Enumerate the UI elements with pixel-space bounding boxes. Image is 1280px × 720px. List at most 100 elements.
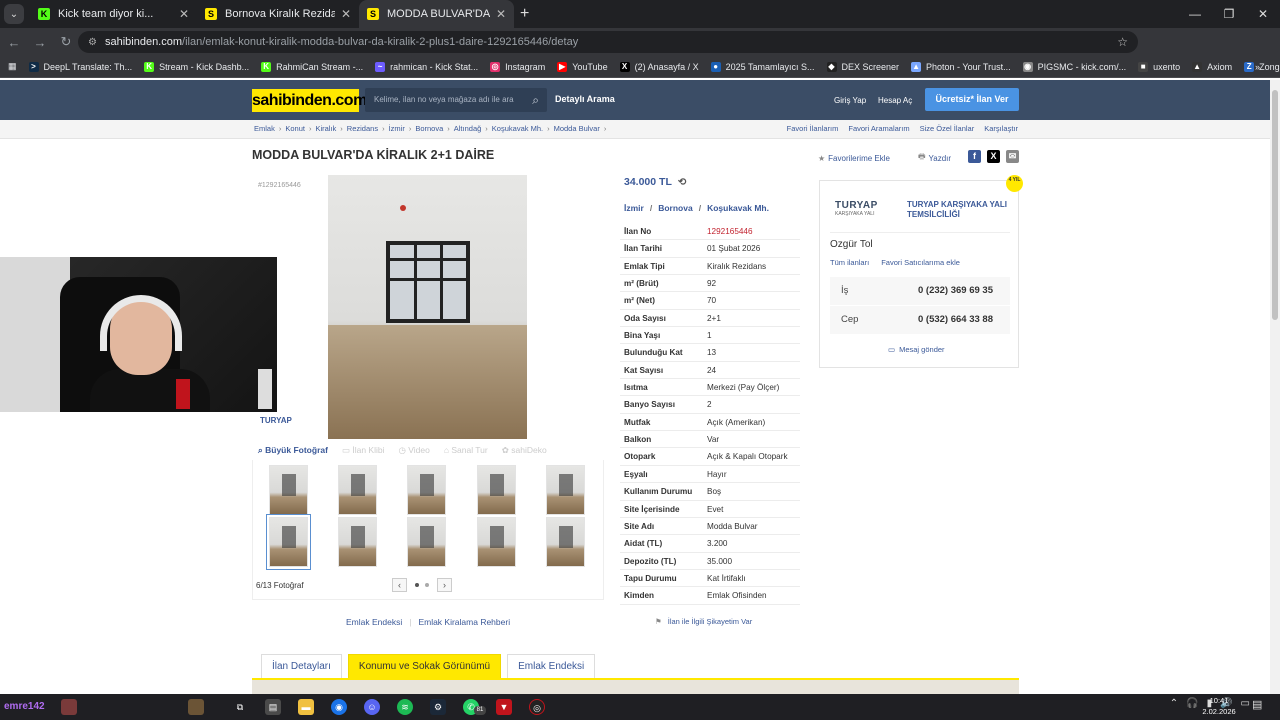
bookmark-item[interactable]: ▲ Axiom	[1192, 61, 1232, 72]
bookmark-item[interactable]: ● 2025 Tamamlayıcı S...	[710, 61, 815, 72]
taskbar-clock[interactable]: 10:41 2.02.2026	[1199, 695, 1239, 717]
photo-thumbnail[interactable]	[477, 465, 516, 515]
site-search-input[interactable]: Kelime, ilan no veya mağaza adı ile ara …	[365, 88, 547, 112]
seller-logo[interactable]: TURYAP KARŞIYAKA YALI	[835, 200, 878, 217]
x-share-icon[interactable]: X	[987, 150, 1000, 163]
taskbar-app-icon[interactable]	[61, 699, 77, 715]
bookmark-item[interactable]: ■ uxento	[1138, 61, 1180, 72]
tab-search-dropdown-icon[interactable]: ⌄	[4, 4, 24, 24]
apps-grid-icon[interactable]: ▦	[8, 61, 17, 72]
chrome-icon[interactable]: ◉	[331, 699, 347, 715]
page-dot[interactable]	[425, 583, 429, 587]
email-share-icon[interactable]: ✉	[1006, 150, 1019, 163]
scrollbar-thumb[interactable]	[1272, 90, 1278, 320]
photo-thumbnail[interactable]	[407, 465, 446, 515]
tab-kick[interactable]: K Kick team diyor ki... ✕	[30, 0, 197, 28]
task-view-icon[interactable]: ⧉	[232, 699, 248, 715]
bookmark-item[interactable]: X (2) Anasayfa / X	[619, 61, 699, 72]
steam-icon[interactable]: ⚙	[430, 699, 446, 715]
bookmark-item[interactable]: K Stream - Kick Dashb...	[144, 61, 249, 72]
bookmark-item[interactable]: ▶ YouTube	[557, 61, 608, 72]
breadcrumb-right-link[interactable]: Favori İlanlarım	[787, 124, 839, 133]
complain-link[interactable]: ⚑ İlan ile İlgili Şikayetim Var	[655, 617, 752, 626]
breadcrumb-right-link[interactable]: Size Özel İlanlar	[920, 124, 975, 133]
all-ads-link[interactable]: Tüm ilanları	[830, 258, 869, 267]
minimize-icon[interactable]: —	[1178, 0, 1212, 28]
login-link[interactable]: Giriş Yap	[834, 96, 866, 105]
photo-thumbnail[interactable]	[269, 465, 308, 515]
discord-icon[interactable]: ☺	[364, 699, 380, 715]
breadcrumb-item[interactable]: Modda Bulvar	[554, 124, 600, 133]
breadcrumb-item[interactable]: Emlak	[254, 124, 275, 133]
prev-page-button[interactable]: ‹	[392, 578, 407, 592]
bookmark-item[interactable]: > DeepL Translate: Th...	[28, 61, 132, 72]
free-ad-button[interactable]: Ücretsiz* İlan Ver	[925, 88, 1019, 111]
breadcrumb-item[interactable]: Konut	[285, 124, 305, 133]
url-input[interactable]: ⚙ sahibinden.com/ilan/emlak-konut-kirali…	[78, 31, 1138, 53]
main-photo[interactable]	[328, 175, 527, 439]
map-preview[interactable]	[252, 680, 1019, 694]
facebook-share-icon[interactable]: f	[968, 150, 981, 163]
file-app-icon[interactable]: ▤	[265, 699, 281, 715]
photo-thumbnail[interactable]	[266, 514, 311, 570]
close-tab-icon[interactable]: ✕	[179, 7, 189, 21]
bookmark-item[interactable]: ◉ PIGSMC - kick.com/...	[1022, 61, 1126, 72]
breadcrumb-item[interactable]: Rezidans	[347, 124, 378, 133]
breadcrumb-item[interactable]: Koşukavak Mh.	[492, 124, 543, 133]
back-icon[interactable]: ←	[2, 35, 26, 50]
detailed-search-link[interactable]: Detaylı Arama	[555, 94, 615, 104]
taskbar-app-icon[interactable]	[188, 699, 204, 715]
photo-thumbnail[interactable]	[338, 465, 377, 515]
breadcrumb-item[interactable]: Bornova	[415, 124, 443, 133]
add-favorite-link[interactable]: Favorilerime Ekle	[828, 154, 890, 163]
tab-big-photo[interactable]: ⌕ Büyük Fotoğraf	[258, 445, 328, 456]
close-tab-icon[interactable]: ✕	[496, 7, 506, 21]
display-icon[interactable]: ▭	[1241, 698, 1250, 709]
tab-emlak-endeksi[interactable]: Emlak Endeksi	[507, 654, 596, 678]
close-window-icon[interactable]: ✕	[1246, 0, 1280, 28]
breadcrumb-item[interactable]: Altındağ	[454, 124, 482, 133]
bookmark-item[interactable]: ◎ Instagram	[490, 61, 545, 72]
reload-icon[interactable]: ↻	[54, 34, 78, 50]
new-tab-icon[interactable]: +	[520, 5, 529, 23]
photo-thumbnail[interactable]	[546, 517, 585, 567]
photo-thumbnail[interactable]	[477, 517, 516, 567]
photo-thumbnail[interactable]	[546, 465, 585, 515]
photo-thumbnail[interactable]	[407, 517, 446, 567]
app-icon[interactable]: ▼	[496, 699, 512, 715]
breadcrumb-item[interactable]: Kiralık	[315, 124, 336, 133]
location-district[interactable]: Bornova	[658, 203, 692, 213]
tab-bornova[interactable]: S Bornova Kiralık Rezidans Fiyatla ✕	[197, 0, 359, 28]
location-city[interactable]: İzmir	[624, 203, 644, 213]
photo-thumbnail[interactable]	[338, 517, 377, 567]
bookmark-item[interactable]: ◆ DEX Screener	[826, 61, 899, 72]
app-icon[interactable]: ◎	[529, 699, 545, 715]
forward-icon[interactable]: →	[28, 35, 52, 50]
page-scrollbar[interactable]	[1270, 80, 1280, 694]
notification-center-icon[interactable]: ▤	[1252, 698, 1262, 711]
bookmark-star-icon[interactable]: ☆	[1117, 35, 1128, 49]
tab-location-street-view[interactable]: Konumu ve Sokak Görünümü	[347, 654, 502, 678]
breadcrumb-right-link[interactable]: Favori Aramalarım	[848, 124, 909, 133]
bookmark-item[interactable]: Z Zonguldak İngilizce...	[1244, 61, 1280, 72]
phone-number[interactable]: 0 (232) 369 69 35	[918, 285, 993, 296]
maximize-icon[interactable]: ❐	[1212, 0, 1246, 28]
file-explorer-icon[interactable]: ▬	[298, 699, 314, 715]
tray-chevron-icon[interactable]: ⌃	[1170, 698, 1178, 709]
emlak-endeksi-link[interactable]: Emlak Endeksi	[346, 617, 402, 627]
more-bookmarks-icon[interactable]: »	[1255, 62, 1260, 72]
search-icon[interactable]: ⌕	[532, 88, 539, 112]
bookmark-item[interactable]: ▲ Photon - Your Trust...	[911, 61, 1011, 72]
location-neighborhood[interactable]: Koşukavak Mh.	[707, 203, 769, 213]
rent-guide-link[interactable]: Emlak Kiralama Rehberi	[418, 617, 510, 627]
next-page-button[interactable]: ›	[437, 578, 452, 592]
tab-ad-details[interactable]: İlan Detayları	[261, 654, 342, 678]
close-tab-icon[interactable]: ✕	[341, 7, 351, 21]
print-link[interactable]: Yazdır	[929, 154, 952, 163]
phone-number[interactable]: 0 (532) 664 33 88	[918, 314, 993, 325]
page-dot[interactable]	[415, 583, 419, 587]
seller-office-name[interactable]: TURYAP KARŞIYAKA YALI TEMSİLCİLİĞİ	[907, 200, 1012, 220]
signup-link[interactable]: Hesap Aç	[878, 96, 912, 105]
bookmark-item[interactable]: K RahmiCan Stream -...	[261, 61, 363, 72]
bookmark-item[interactable]: ~ rahmican - Kick Stat...	[375, 61, 478, 72]
